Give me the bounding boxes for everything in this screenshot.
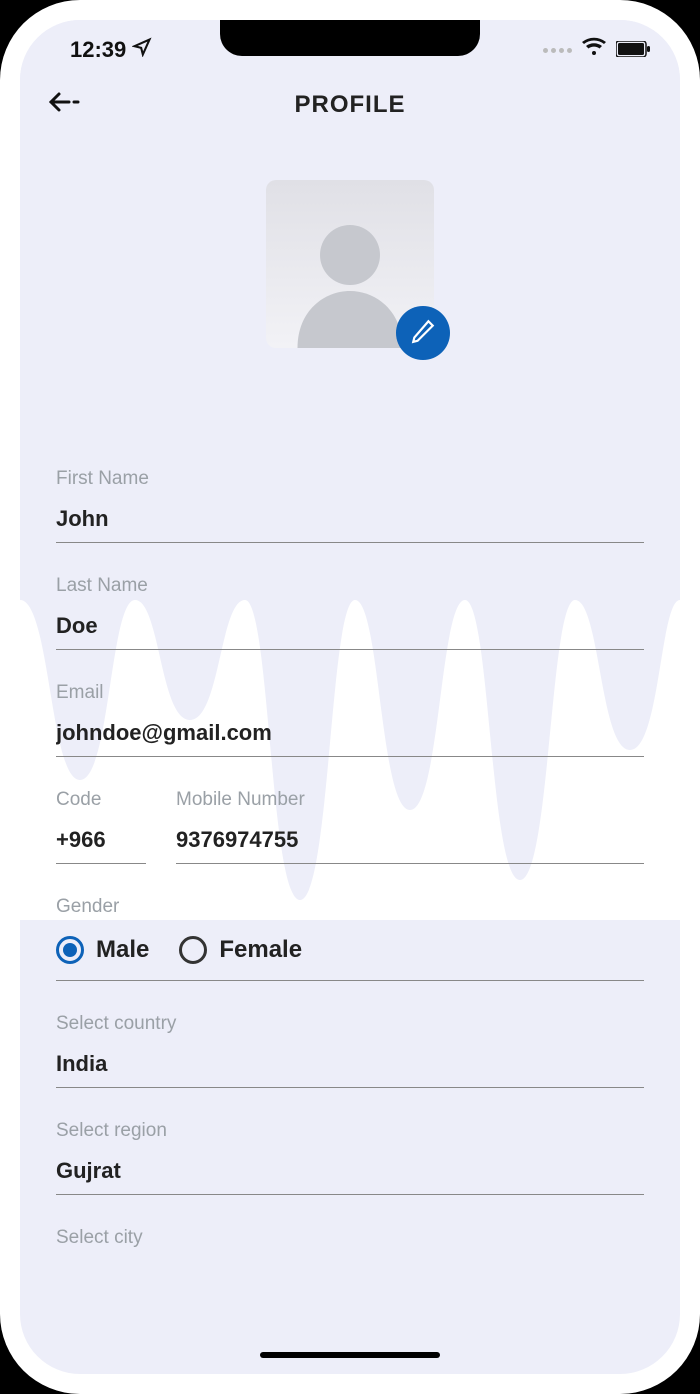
gender-female-radio[interactable] [179,936,207,964]
country-label: Select country [56,1013,644,1035]
gender-female-label: Female [219,936,302,964]
header: PROFILE [20,70,680,140]
last-name-label: Last Name [56,575,644,597]
gender-label: Gender [56,896,644,918]
city-label: Select city [56,1227,644,1249]
edit-avatar-button[interactable] [396,306,450,360]
country-input[interactable] [56,1045,644,1088]
status-time: 12:39 [70,37,126,63]
region-input[interactable] [56,1152,644,1195]
first-name-label: First Name [56,468,644,490]
location-icon [132,37,152,63]
battery-icon [616,37,650,63]
last-name-input[interactable] [56,607,644,650]
signal-dots-icon [543,48,572,53]
email-input[interactable] [56,714,644,757]
region-label: Select region [56,1120,644,1142]
gender-male-radio[interactable] [56,936,84,964]
code-label: Code [56,789,146,811]
mobile-label: Mobile Number [176,789,644,811]
code-input[interactable] [56,821,146,864]
mobile-input[interactable] [176,821,644,864]
home-indicator[interactable] [260,1352,440,1358]
wifi-icon [582,37,606,63]
profile-form: First Name Last Name Email Code Mobile N… [20,468,680,1249]
email-label: Email [56,682,644,704]
page-title: PROFILE [294,91,405,119]
gender-male-label: Male [96,936,149,964]
pencil-icon [410,318,436,349]
first-name-input[interactable] [56,500,644,543]
back-button[interactable] [48,88,82,122]
